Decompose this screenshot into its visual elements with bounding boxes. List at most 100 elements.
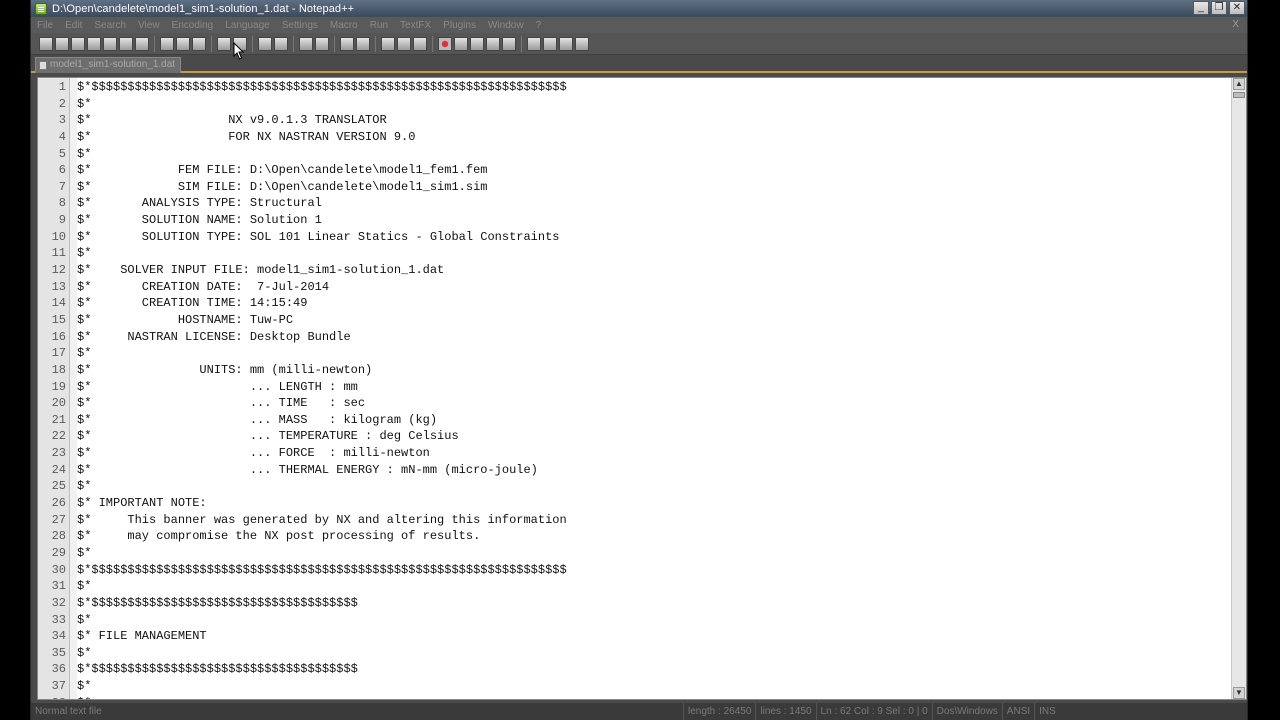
line-text[interactable]: $*$$$$$$$$$$$$$$$$$$$$$$$$$$$$$$$$$$$$$$… [77, 562, 567, 579]
editor-line[interactable]: 9 $* SOLUTION NAME: Solution 1 [38, 212, 1228, 229]
menu-file[interactable]: File [37, 20, 53, 31]
line-text[interactable]: $*$$$$$$$$$$$$$$$$$$$$$$$$$$$$$$$$$$$$$ [77, 595, 358, 612]
editor-line[interactable]: 37 $* [38, 678, 1228, 695]
close-document-button[interactable]: X [1232, 19, 1239, 30]
editor-line[interactable]: 11 $* [38, 245, 1228, 262]
line-text[interactable]: $* CREATION DATE: 7-Jul-2014 [77, 279, 329, 296]
line-text[interactable]: $* SIM FILE: D:\Open\candelete\model1_si… [77, 179, 487, 196]
line-text[interactable]: $* [77, 678, 91, 695]
print-icon[interactable] [135, 36, 149, 51]
open-file-icon[interactable] [55, 36, 69, 51]
editor-line[interactable]: 33 $* [38, 612, 1228, 629]
editor-line[interactable]: 16 $* NASTRAN LICENSE: Desktop Bundle [38, 329, 1228, 346]
menu-settings[interactable]: Settings [282, 20, 318, 31]
editor-line[interactable]: 8 $* ANALYSIS TYPE: Structural [38, 195, 1228, 212]
editor-line[interactable]: 31 $* [38, 578, 1228, 595]
line-text[interactable]: $* ... LENGTH : mm [77, 379, 358, 396]
editor-line[interactable]: 12 $* SOLVER INPUT FILE: model1_sim1-solu… [38, 262, 1228, 279]
editor-line[interactable]: 7 $* SIM FILE: D:\Open\candelete\model1_s… [38, 179, 1228, 196]
scroll-up-arrow-icon[interactable]: ▲ [1233, 78, 1245, 90]
editor-line[interactable]: 22 $* ... TEMPERATURE : deg Celsius [38, 428, 1228, 445]
new-file-icon[interactable] [39, 36, 53, 51]
undo-icon[interactable] [217, 36, 231, 51]
sync-horizontal-icon[interactable] [356, 36, 370, 51]
paste-icon[interactable] [192, 36, 206, 51]
line-text[interactable]: $* ... TIME : sec [77, 395, 365, 412]
editor-line[interactable]: 5 $* [38, 146, 1228, 163]
editor-line[interactable]: 4 $* FOR NX NASTRAN VERSION 9.0 [38, 129, 1228, 146]
save-icon[interactable] [71, 36, 85, 51]
menu-macro[interactable]: Macro [330, 20, 358, 31]
menu-encoding[interactable]: Encoding [172, 20, 214, 31]
spell-check-icon[interactable] [527, 36, 541, 51]
save-all-icon[interactable] [87, 36, 101, 51]
text-editor[interactable]: 1 $*$$$$$$$$$$$$$$$$$$$$$$$$$$$$$$$$$$$$$… [37, 77, 1247, 700]
editor-line[interactable]: 18 $* UNITS: mm (milli-newton) [38, 362, 1228, 379]
line-text[interactable]: $*$$$$$$$$$$$$$$$$$$$$$$$$$$$$$$$$$$$$$$… [77, 79, 567, 96]
tab-model1-sim1-solution-1[interactable]: model1_sim1-solution_1.dat [35, 57, 181, 73]
editor-line[interactable]: 20 $* ... TIME : sec [38, 395, 1228, 412]
editor-line[interactable]: 2 $* [38, 96, 1228, 113]
line-text[interactable]: $* [77, 612, 91, 629]
line-text[interactable]: $* NASTRAN LICENSE: Desktop Bundle [77, 329, 351, 346]
line-text[interactable]: $* [77, 695, 91, 699]
close-all-icon[interactable] [119, 36, 133, 51]
line-text[interactable]: $* [77, 545, 91, 562]
word-wrap-icon[interactable] [381, 36, 395, 51]
editor-line[interactable]: 13 $* CREATION DATE: 7-Jul-2014 [38, 279, 1228, 296]
close-button[interactable]: ✕ [1229, 1, 1245, 15]
menu-window[interactable]: Window [488, 20, 524, 31]
editor-line[interactable]: 10 $* SOLUTION TYPE: SOL 101 Linear Stati… [38, 229, 1228, 246]
menu-help[interactable]: ? [536, 20, 542, 31]
menu-edit[interactable]: Edit [65, 20, 82, 31]
line-text[interactable]: $* [77, 578, 91, 595]
vertical-scrollbar[interactable]: ▲ ▼ [1231, 78, 1246, 699]
zoom-in-icon[interactable] [299, 36, 313, 51]
editor-line[interactable]: 36 $*$$$$$$$$$$$$$$$$$$$$$$$$$$$$$$$$$$$$… [38, 661, 1228, 678]
title-bar[interactable]: D:\Open\candelete\model1_sim1-solution_1… [31, 0, 1247, 17]
indent-guide-icon[interactable] [413, 36, 427, 51]
line-text[interactable]: $* ... MASS : kilogram (kg) [77, 412, 437, 429]
minimize-button[interactable]: _ [1193, 1, 1209, 15]
editor-line[interactable]: 35 $* [38, 645, 1228, 662]
editor-line[interactable]: 3 $* NX v9.0.1.3 TRANSLATOR [38, 112, 1228, 129]
playback-icon[interactable] [470, 36, 484, 51]
editor-line[interactable]: 29 $* [38, 545, 1228, 562]
line-text[interactable]: $* may compromise the NX post processing… [77, 528, 480, 545]
line-text[interactable]: $* SOLVER INPUT FILE: model1_sim1-soluti… [77, 262, 444, 279]
line-text[interactable]: $* FEM FILE: D:\Open\candelete\model1_fe… [77, 162, 487, 179]
editor-line[interactable]: 32 $*$$$$$$$$$$$$$$$$$$$$$$$$$$$$$$$$$$$$… [38, 595, 1228, 612]
line-text[interactable]: $* [77, 96, 91, 113]
scroll-down-arrow-icon[interactable]: ▼ [1233, 687, 1245, 699]
line-text[interactable]: $* FOR NX NASTRAN VERSION 9.0 [77, 129, 415, 146]
scrollbar-thumb[interactable] [1233, 92, 1245, 98]
cut-icon[interactable] [160, 36, 174, 51]
menu-language[interactable]: Language [225, 20, 270, 31]
line-text[interactable]: $* [77, 345, 91, 362]
line-text[interactable]: $* IMPORTANT NOTE: [77, 495, 207, 512]
sync-vertical-icon[interactable] [340, 36, 354, 51]
editor-line[interactable]: 28 $* may compromise the NX post processi… [38, 528, 1228, 545]
menu-run[interactable]: Run [370, 20, 388, 31]
menu-search[interactable]: Search [94, 20, 126, 31]
line-text[interactable]: $* [77, 146, 91, 163]
compare-icon[interactable] [543, 36, 557, 51]
editor-line[interactable]: 26 $* IMPORTANT NOTE: [38, 495, 1228, 512]
editor-line[interactable]: 21 $* ... MASS : kilogram (kg) [38, 412, 1228, 429]
record-macro-icon[interactable] [438, 36, 452, 51]
line-text[interactable]: $* HOSTNAME: Tuw-PC [77, 312, 293, 329]
show-all-characters-icon[interactable] [397, 36, 411, 51]
menu-textfx[interactable]: TextFX [400, 20, 431, 31]
menu-plugins[interactable]: Plugins [443, 20, 476, 31]
menu-view[interactable]: View [138, 20, 160, 31]
zoom-out-icon[interactable] [315, 36, 329, 51]
line-text[interactable]: $*$$$$$$$$$$$$$$$$$$$$$$$$$$$$$$$$$$$$$ [77, 661, 358, 678]
editor-line[interactable]: 23 $* ... FORCE : milli-newton [38, 445, 1228, 462]
line-text[interactable]: $* ... THERMAL ENERGY : mN-mm (micro-jou… [77, 462, 538, 479]
replace-icon[interactable] [274, 36, 288, 51]
line-text[interactable]: $* ... FORCE : milli-newton [77, 445, 430, 462]
editor-content[interactable]: 1 $*$$$$$$$$$$$$$$$$$$$$$$$$$$$$$$$$$$$$$… [38, 79, 1228, 699]
line-text[interactable]: $* NX v9.0.1.3 TRANSLATOR [77, 112, 387, 129]
editor-line[interactable]: 34 $* FILE MANAGEMENT [38, 628, 1228, 645]
editor-line[interactable]: 15 $* HOSTNAME: Tuw-PC [38, 312, 1228, 329]
